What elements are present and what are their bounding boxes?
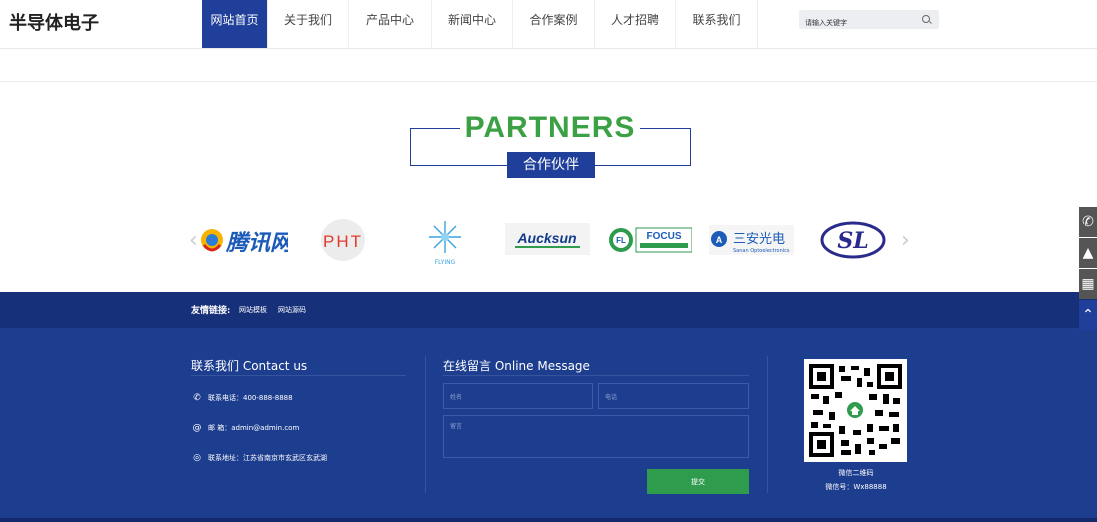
contact-phone: ✆ 联系电话：400-888-8888 bbox=[191, 393, 293, 403]
search-icon[interactable] bbox=[922, 15, 930, 23]
footer-divider bbox=[425, 356, 426, 493]
aucksun-wordmark: Aucksun bbox=[516, 230, 576, 246]
nav-cases[interactable]: 合作案例 bbox=[513, 0, 595, 48]
nav-about[interactable]: 关于我们 bbox=[268, 0, 349, 48]
svg-text:A: A bbox=[716, 235, 723, 245]
message-title-rule bbox=[443, 375, 749, 376]
partner-logo-tengxun[interactable]: 腾讯网 bbox=[198, 215, 295, 265]
friend-link[interactable]: 网站模板 bbox=[239, 305, 267, 315]
sanan-wordmark: 三安光电 bbox=[733, 232, 785, 247]
site-header: 半导体电子 网站首页 关于我们 产品中心 新闻中心 合作案例 人才招聘 联系我们 bbox=[0, 0, 1097, 48]
contact-email: @ 邮 箱：admin@admin.com bbox=[191, 423, 300, 433]
phone-float-icon[interactable]: ✆ bbox=[1079, 207, 1097, 237]
tel-field bbox=[598, 383, 749, 410]
message-title: 在线留言 Online Message bbox=[443, 359, 590, 373]
partners-frame-top-left bbox=[410, 128, 460, 129]
message-textarea[interactable] bbox=[444, 416, 748, 457]
sanan-subtext: Sanan Optoelectronics bbox=[733, 248, 790, 254]
footer-divider bbox=[767, 356, 768, 493]
wechat-id: 微信号：Wx88888 bbox=[825, 483, 887, 491]
section-divider bbox=[0, 81, 1097, 82]
partners-subtitle: 合作伙伴 bbox=[507, 152, 595, 178]
qr-float-icon[interactable]: ▦ bbox=[1079, 269, 1097, 299]
contact-title: 联系我们 Contact us bbox=[191, 359, 308, 373]
message-float-icon[interactable]: ▲ bbox=[1079, 238, 1097, 268]
partner-logo-sl[interactable]: SL bbox=[819, 215, 887, 265]
carousel-next-icon[interactable]: › bbox=[901, 228, 910, 253]
tel-input[interactable] bbox=[599, 385, 748, 410]
page: 半导体电子 网站首页 关于我们 产品中心 新闻中心 合作案例 人才招聘 联系我们… bbox=[0, 0, 1097, 522]
contact-email-text: 邮 箱：admin@admin.com bbox=[208, 424, 300, 432]
partner-logo-aucksun[interactable]: Aucksun bbox=[505, 215, 590, 265]
nav-news[interactable]: 新闻中心 bbox=[432, 0, 513, 48]
flying-wordmark: FLYING bbox=[435, 259, 456, 266]
wechat-qr-code bbox=[804, 359, 907, 462]
message-field bbox=[443, 415, 749, 458]
search-box bbox=[799, 10, 939, 33]
partners-title: PARTNERS bbox=[464, 111, 636, 144]
email-icon: @ bbox=[192, 423, 202, 433]
main-nav: 网站首页 关于我们 产品中心 新闻中心 合作案例 人才招聘 联系我们 bbox=[202, 0, 758, 48]
footer-bottom-strip bbox=[0, 518, 1097, 522]
tengxun-wordmark: 腾讯网 bbox=[225, 231, 288, 256]
nav-products[interactable]: 产品中心 bbox=[349, 0, 432, 48]
phone-icon: ✆ bbox=[193, 393, 201, 403]
site-logo[interactable]: 半导体电子 bbox=[9, 9, 99, 35]
qr-caption: 微信二维码 bbox=[838, 469, 874, 477]
pht-wordmark: PHT bbox=[323, 232, 363, 251]
nav-jobs[interactable]: 人才招聘 bbox=[595, 0, 676, 48]
contact-phone-text: 联系电话：400-888-8888 bbox=[208, 394, 293, 402]
contact-address: ◎ 联系地址：江苏省南京市玄武区玄武湖 bbox=[191, 453, 327, 463]
nav-home[interactable]: 网站首页 bbox=[202, 0, 268, 48]
svg-text:FL: FL bbox=[616, 236, 626, 245]
partner-logo-flying[interactable]: FLYING bbox=[422, 215, 468, 266]
nav-contact[interactable]: 联系我们 bbox=[676, 0, 758, 48]
partners-frame-top-right bbox=[640, 128, 691, 129]
submit-button[interactable]: 提交 bbox=[647, 469, 749, 494]
partner-logo-pht[interactable]: PHT bbox=[313, 215, 373, 265]
search-input[interactable] bbox=[799, 13, 909, 33]
focus-wordmark: FOCUS bbox=[647, 231, 682, 242]
friend-links-label: 友情链接: bbox=[191, 306, 231, 316]
contact-title-rule bbox=[191, 375, 406, 376]
sl-wordmark: SL bbox=[837, 228, 868, 254]
location-icon: ◎ bbox=[193, 453, 201, 463]
friend-link[interactable]: 网站源码 bbox=[278, 305, 306, 315]
partner-logo-sanan[interactable]: A 三安光电 Sanan Optoelectronics bbox=[709, 215, 794, 265]
back-to-top-icon[interactable]: ⌃ bbox=[1079, 300, 1097, 330]
header-divider bbox=[0, 48, 1097, 49]
friend-links-bar: 友情链接: 网站模板 网站源码 bbox=[0, 292, 1097, 328]
carousel-prev-icon[interactable]: ‹ bbox=[189, 228, 198, 253]
contact-address-text: 联系地址：江苏省南京市玄武区玄武湖 bbox=[208, 454, 327, 462]
name-input[interactable] bbox=[444, 385, 592, 410]
partner-logo-focus[interactable]: FL FOCUS bbox=[608, 215, 693, 265]
name-field bbox=[443, 383, 593, 410]
